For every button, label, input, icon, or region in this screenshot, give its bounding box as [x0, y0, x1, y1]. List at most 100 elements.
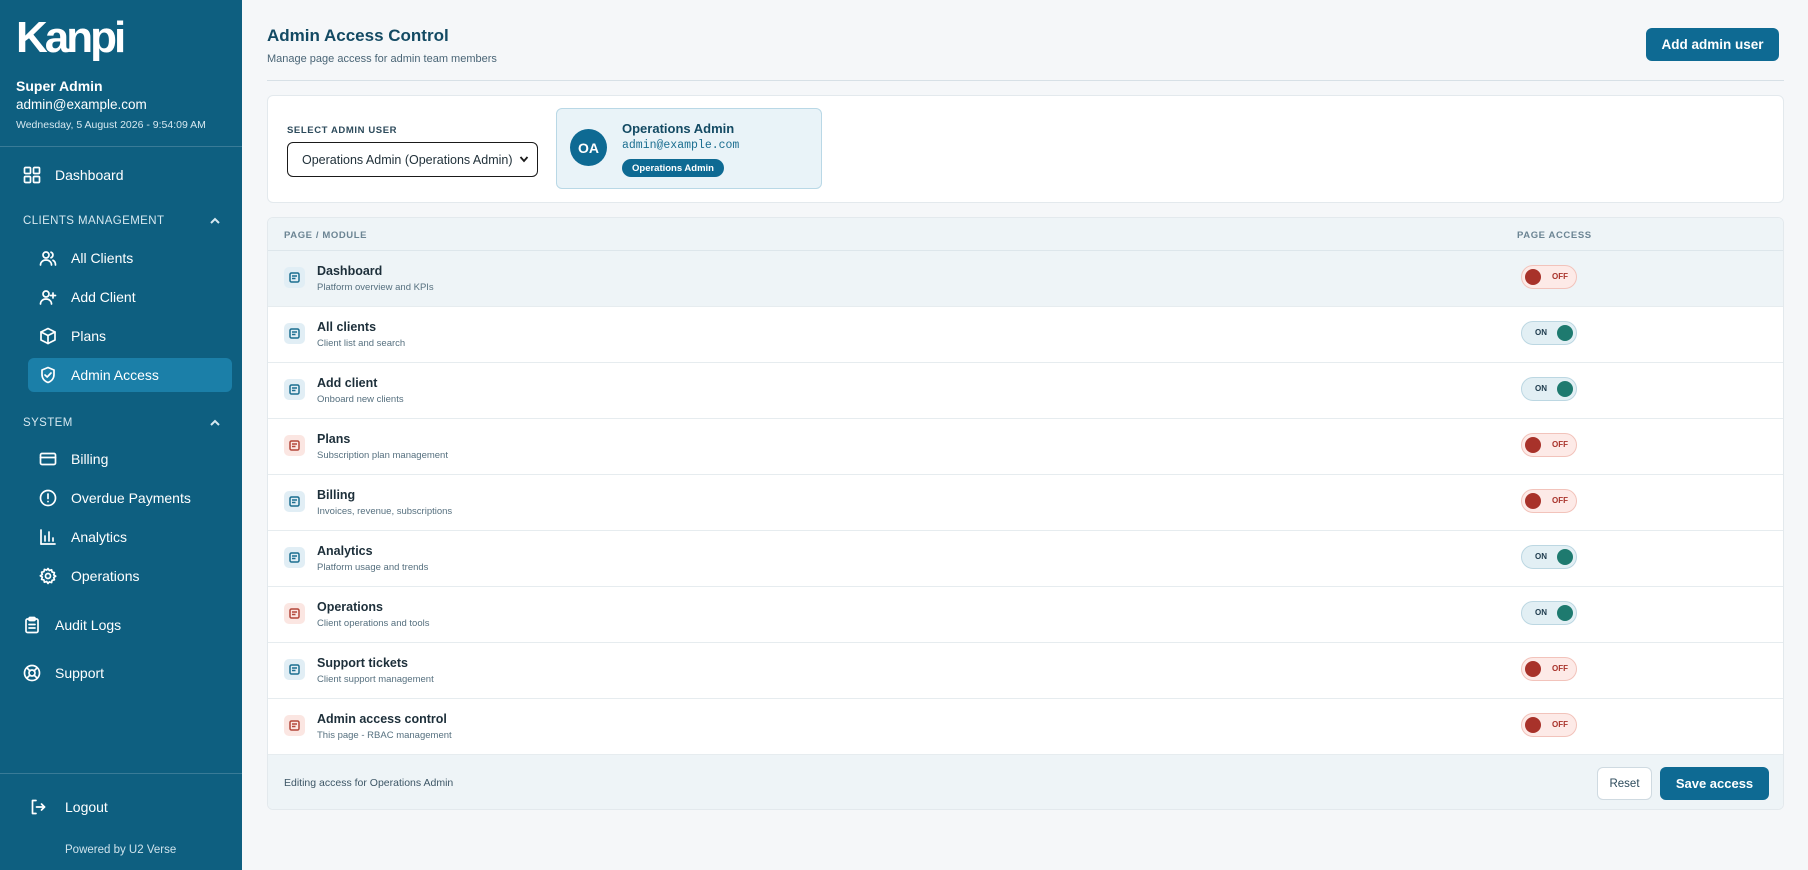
access-toggle[interactable]: OFF — [1521, 265, 1577, 289]
page-icon — [284, 435, 305, 456]
row-description: Onboard new clients — [317, 394, 404, 405]
toggle-state: ON — [1535, 608, 1547, 617]
sidebar-item-label: Analytics — [71, 529, 128, 545]
toggle-state: OFF — [1552, 440, 1568, 449]
users-icon — [39, 251, 57, 266]
access-toggle[interactable]: ON — [1521, 545, 1577, 569]
editing-status: Editing access for Operations Admin — [284, 777, 454, 789]
chevron-down-icon — [519, 156, 529, 163]
sidebar-item-admin-access[interactable]: Admin Access — [28, 358, 232, 392]
header-divider — [267, 80, 1784, 81]
table-row: Admin access control This page - RBAC ma… — [268, 699, 1783, 755]
sidebar-item-analytics[interactable]: Analytics — [39, 520, 127, 554]
row-title: Plans — [317, 432, 351, 446]
row-title: Operations — [317, 600, 383, 614]
alert-circle-icon — [39, 489, 57, 507]
table-row: Analytics Platform usage and trends ON — [268, 531, 1783, 587]
page-icon — [284, 603, 305, 624]
access-toggle[interactable]: ON — [1521, 321, 1577, 345]
row-title: Analytics — [317, 544, 373, 558]
row-description: Client list and search — [317, 338, 406, 349]
toggle-knob — [1557, 325, 1573, 341]
reset-button[interactable]: Reset — [1597, 767, 1652, 800]
select-value: Operations Admin (Operations Admin) — [302, 152, 513, 167]
page-title: Admin Access Control — [267, 26, 449, 45]
page-icon — [284, 659, 305, 680]
toggle-knob — [1557, 381, 1573, 397]
row-title: Support tickets — [317, 656, 408, 670]
user-email: admin@example.com — [16, 97, 147, 112]
toggle-state: OFF — [1552, 272, 1568, 281]
sidebar-item-label: Plans — [71, 328, 107, 344]
row-title: Dashboard — [317, 264, 383, 278]
selected-admin-name: Operations Admin — [622, 121, 735, 136]
clipboard-icon — [25, 616, 39, 634]
logout-button[interactable]: Logout — [29, 790, 108, 824]
access-toggle[interactable]: ON — [1521, 377, 1577, 401]
grid-icon — [23, 166, 41, 184]
sidebar: Kanpi Super Admin admin@example.com Wedn… — [0, 0, 242, 870]
package-icon — [40, 327, 56, 345]
role-badge: Operations Admin — [622, 159, 724, 177]
admin-user-select[interactable]: Operations Admin (Operations Admin) — [287, 142, 538, 177]
row-description: This page - RBAC management — [317, 730, 452, 741]
toggle-state: ON — [1535, 552, 1547, 561]
table-row: All clients Client list and search ON — [268, 307, 1783, 363]
logout-icon — [31, 799, 46, 815]
sidebar-item-dashboard[interactable]: Dashboard — [23, 158, 124, 192]
add-admin-user-button[interactable]: Add admin user — [1646, 28, 1779, 61]
sidebar-item-operations[interactable]: Operations — [39, 559, 139, 593]
page-subtitle: Manage page access for admin team member… — [267, 53, 497, 65]
save-access-button[interactable]: Save access — [1660, 767, 1769, 800]
sidebar-item-label: Billing — [71, 451, 109, 467]
selected-admin-email: admin@example.com — [622, 139, 740, 152]
row-title: Add client — [317, 376, 378, 390]
access-toggle[interactable]: OFF — [1521, 433, 1577, 457]
sidebar-item-plans[interactable]: Plans — [39, 319, 106, 353]
toggle-state: ON — [1535, 384, 1547, 393]
toggle-knob — [1525, 661, 1541, 677]
sidebar-item-label: Audit Logs — [55, 617, 122, 633]
user-info: Super Admin admin@example.com Wednesday,… — [16, 78, 231, 132]
access-toggle[interactable]: OFF — [1521, 713, 1577, 737]
user-name: Super Admin — [16, 78, 103, 94]
bar-chart-icon — [40, 529, 56, 545]
table-footer: Editing access for Operations Admin Rese… — [268, 755, 1783, 809]
page-icon — [284, 379, 305, 400]
section-clients-management[interactable]: CLIENTS MANAGEMENT — [23, 215, 221, 227]
table-header: PAGE / MODULE PAGE ACCESS — [268, 218, 1783, 251]
row-title: Billing — [317, 488, 356, 502]
sidebar-item-label: All Clients — [71, 250, 134, 266]
sidebar-item-overdue-payments[interactable]: Overdue Payments — [39, 481, 191, 515]
row-title: All clients — [317, 320, 377, 334]
sidebar-item-billing[interactable]: Billing — [39, 442, 108, 476]
table-row: Plans Subscription plan management OFF — [268, 419, 1783, 475]
column-header-module: PAGE / MODULE — [284, 230, 368, 241]
row-description: Platform usage and trends — [317, 562, 429, 573]
page-icon — [284, 715, 305, 736]
sidebar-item-label: Support — [55, 665, 105, 681]
toggle-knob — [1525, 717, 1541, 733]
sidebar-item-audit-logs[interactable]: Audit Logs — [23, 608, 121, 642]
gear-icon — [39, 567, 57, 585]
row-description: Client operations and tools — [317, 618, 430, 629]
table-row: Add client Onboard new clients ON — [268, 363, 1783, 419]
sidebar-item-label: Dashboard — [55, 167, 124, 183]
table-row: Dashboard Platform overview and KPIs OFF — [268, 251, 1783, 307]
section-label: SYSTEM — [23, 417, 73, 429]
powered-by: Powered by U2 Verse — [65, 844, 177, 856]
sidebar-item-support[interactable]: Support — [23, 656, 104, 690]
access-toggle[interactable]: OFF — [1521, 489, 1577, 513]
toggle-state: ON — [1535, 328, 1547, 337]
access-toggle[interactable]: OFF — [1521, 657, 1577, 681]
table-row: Support tickets Client support managemen… — [268, 643, 1783, 699]
sidebar-item-add-client[interactable]: Add Client — [39, 280, 136, 314]
user-plus-icon — [39, 290, 57, 305]
row-description: Client support management — [317, 674, 434, 685]
chevron-up-icon — [210, 419, 220, 426]
sidebar-divider — [0, 773, 242, 774]
section-system[interactable]: SYSTEM — [23, 417, 221, 429]
access-toggle[interactable]: ON — [1521, 601, 1577, 625]
sidebar-item-all-clients[interactable]: All Clients — [39, 241, 133, 275]
kanpi-logo[interactable]: Kanpi — [16, 13, 136, 64]
